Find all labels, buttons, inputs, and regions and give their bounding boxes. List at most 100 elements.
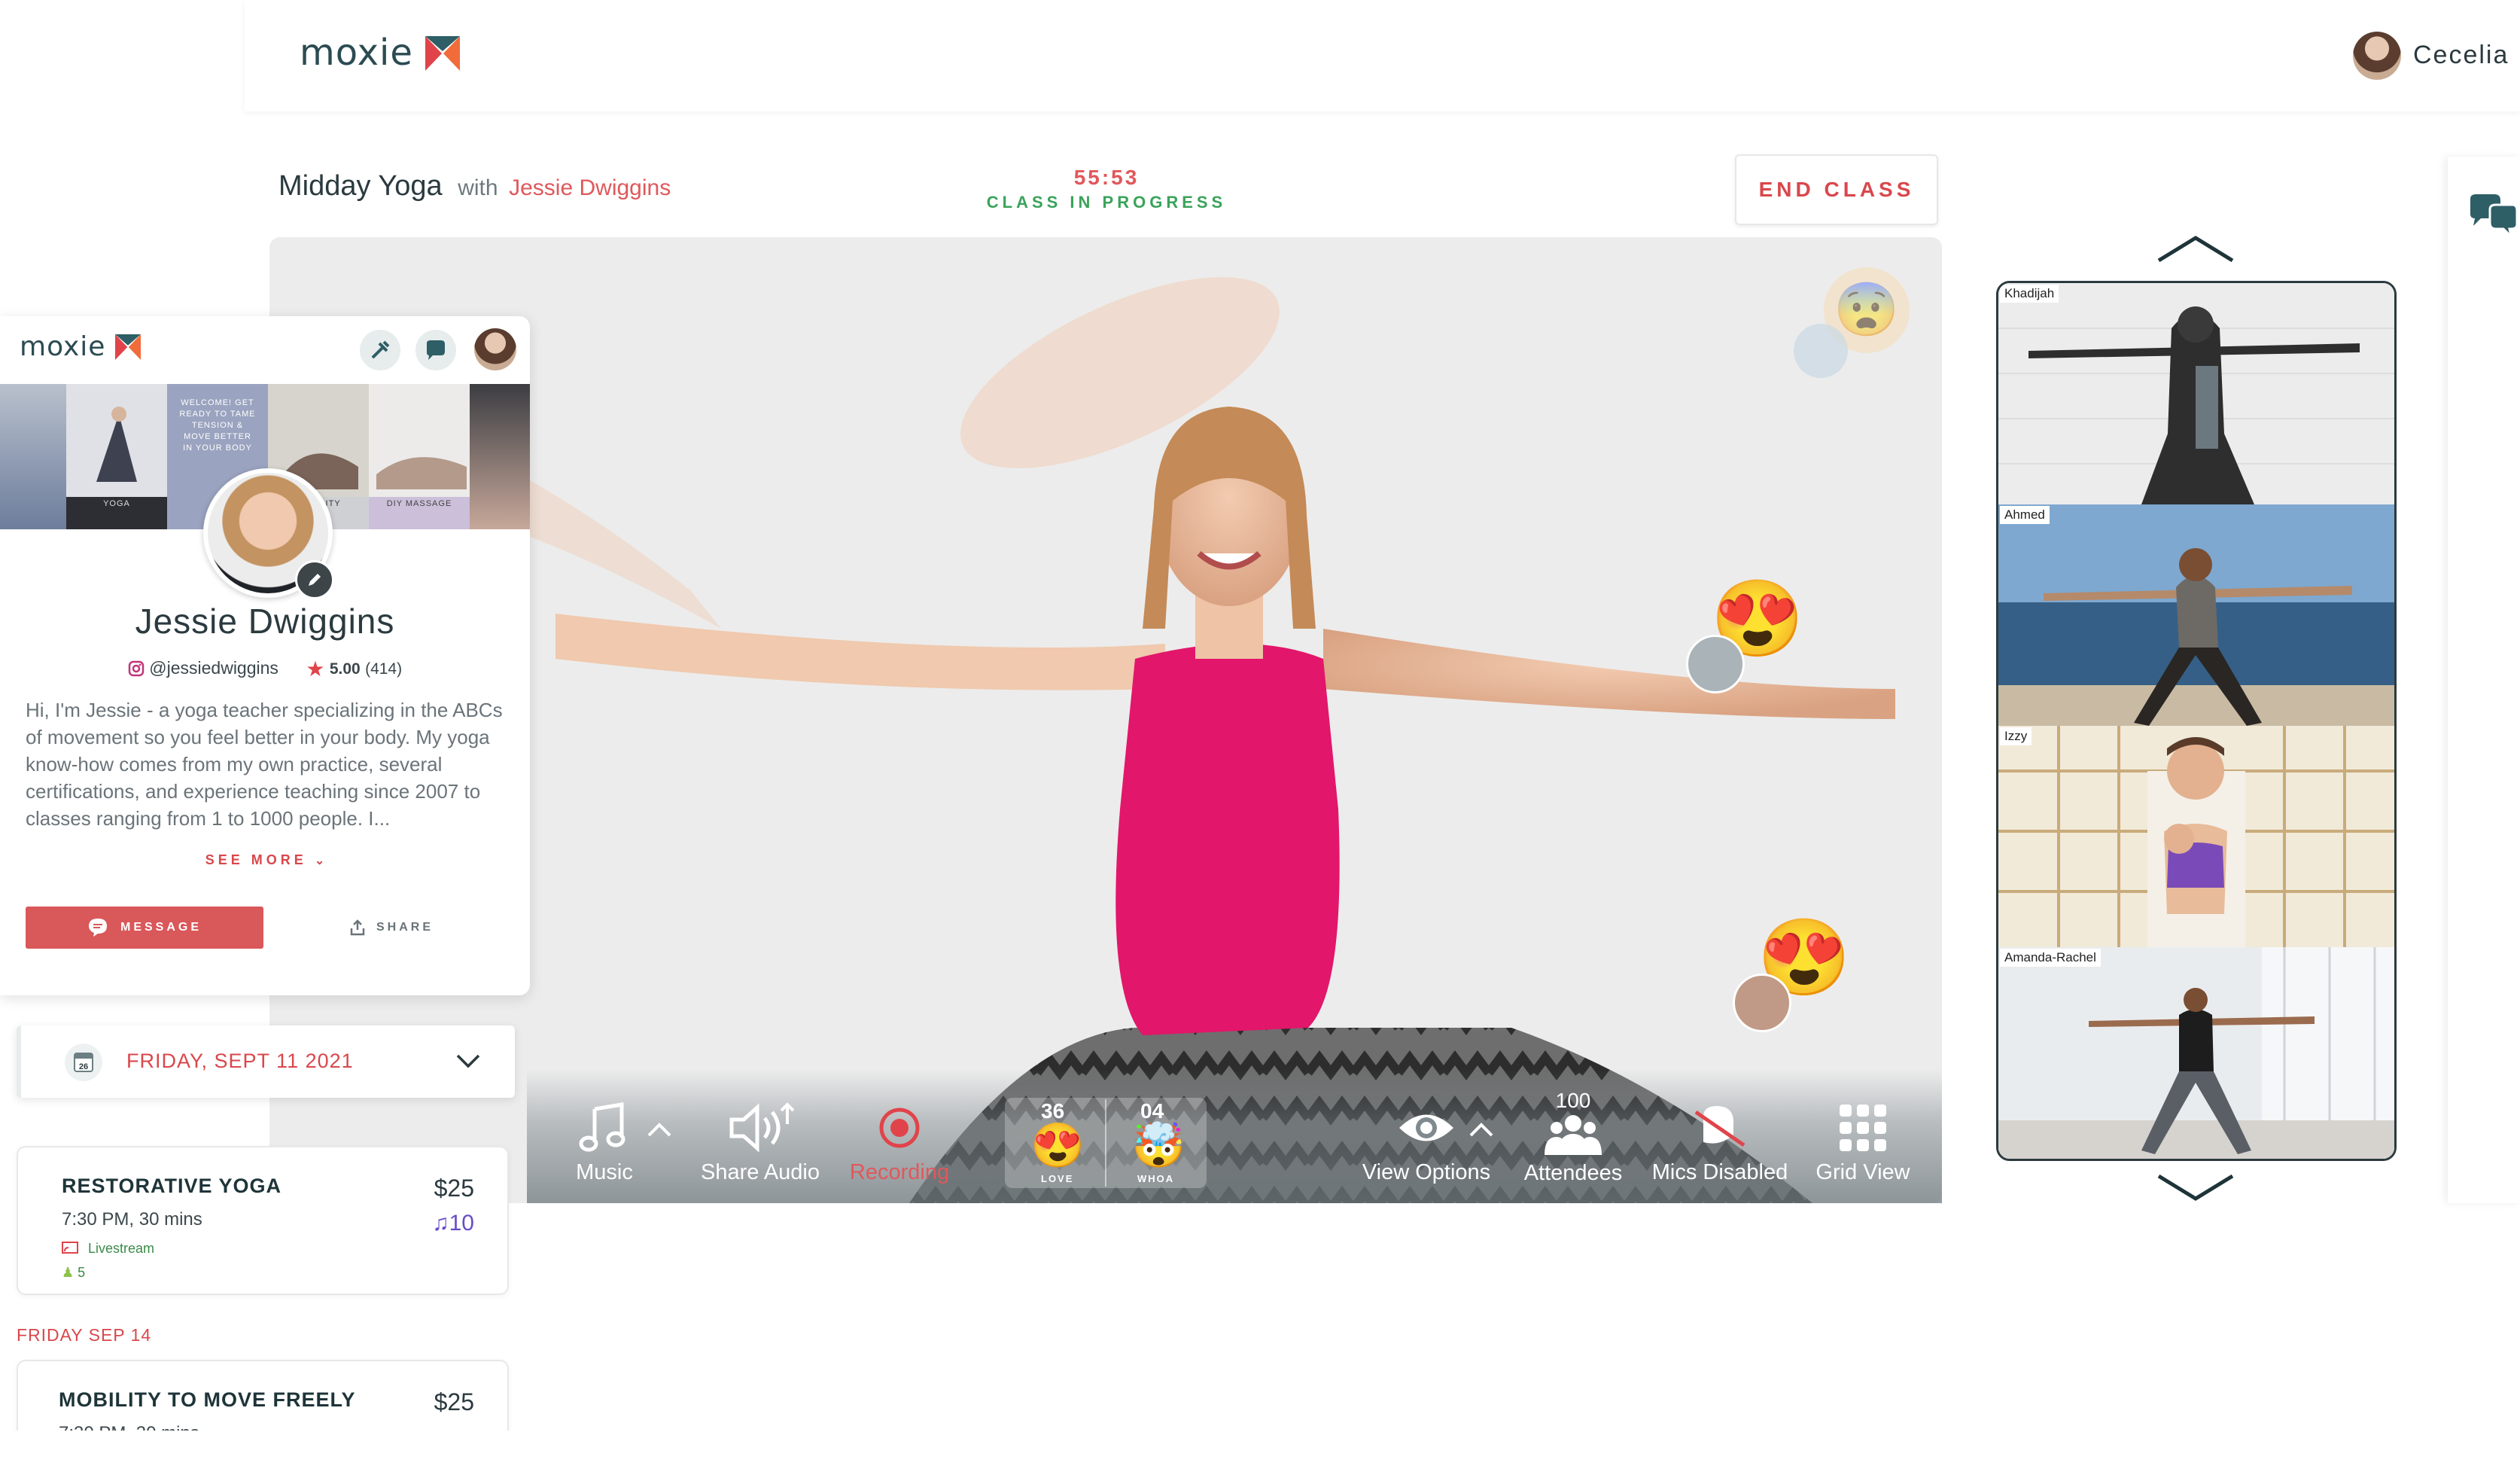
whoa-label: WHOA bbox=[1137, 1173, 1175, 1184]
recording-button[interactable]: Recording bbox=[847, 1102, 952, 1185]
instructor-bio: Hi, I'm Jessie - a yoga teacher speciali… bbox=[26, 699, 503, 830]
participant-tile[interactable]: Khadijah bbox=[1998, 283, 2394, 504]
moxie-logo[interactable]: moxie bbox=[300, 32, 461, 74]
music-icon bbox=[579, 1102, 625, 1152]
instructor-link[interactable]: Jessie Dwiggins bbox=[509, 175, 671, 200]
instructor-avatar[interactable] bbox=[203, 468, 334, 599]
card-logo-text: moxie bbox=[20, 331, 106, 362]
participant-mini-avatar bbox=[1794, 324, 1848, 378]
class-card[interactable]: MOBILITY TO MOVE FREELY $25 7:30 PM, 30 … bbox=[17, 1360, 509, 1431]
attendees-label: Attendees bbox=[1523, 1161, 1623, 1185]
banner-tile-welcome-text: WELCOME! GET READY TO TAME TENSION & MOV… bbox=[179, 398, 256, 453]
chat-sidebar bbox=[2448, 157, 2520, 1203]
participant-name: Khadijah bbox=[2000, 285, 2059, 303]
attendees-button[interactable]: Attendees bbox=[1520, 1113, 1626, 1186]
credits-value: 10 bbox=[449, 1211, 474, 1236]
review-count[interactable]: (414) bbox=[365, 660, 402, 678]
participant-video bbox=[1998, 947, 2394, 1159]
card-logo-x-icon bbox=[114, 334, 141, 360]
top-bar bbox=[245, 0, 2520, 111]
message-button[interactable]: MESSAGE bbox=[26, 907, 263, 949]
scroll-up-chevron-icon[interactable] bbox=[2154, 233, 2237, 265]
speaker-icon bbox=[729, 1102, 795, 1153]
chevron-down-icon: ⌄ bbox=[314, 855, 325, 867]
music-button[interactable]: Music bbox=[563, 1102, 646, 1185]
view-options-label: View Options bbox=[1362, 1160, 1491, 1184]
grid-icon bbox=[1840, 1105, 1886, 1151]
view-options-chevron-up-icon[interactable] bbox=[1468, 1120, 1495, 1138]
scroll-down-chevron-icon[interactable] bbox=[2154, 1172, 2237, 1203]
class-card-price: $25 bbox=[434, 1388, 474, 1415]
livestream-icon bbox=[62, 1242, 78, 1254]
see-more-link[interactable]: SEE MORE ⌄ bbox=[0, 852, 530, 868]
selected-date: FRIDAY, SEPT 11 2021 bbox=[126, 1050, 354, 1072]
tools-button[interactable] bbox=[360, 330, 400, 370]
banner-tile-image bbox=[369, 384, 470, 497]
banner-tile-image bbox=[66, 384, 167, 497]
message-icon bbox=[88, 919, 107, 937]
logo-text: moxie bbox=[300, 32, 413, 74]
participant-tile[interactable]: Ahmed bbox=[1998, 504, 2394, 726]
mic-off-icon bbox=[1694, 1106, 1745, 1147]
class-timer: 55:53 bbox=[1073, 166, 1140, 189]
chat-icon[interactable] bbox=[2467, 193, 2520, 242]
edit-avatar-button[interactable] bbox=[295, 560, 334, 599]
card-chat-button[interactable] bbox=[415, 330, 456, 370]
class-card-title: MOBILITY TO MOVE FREELY bbox=[59, 1388, 356, 1411]
class-card-type: Livestream bbox=[62, 1241, 154, 1257]
banner-tile-label: DIY MASSAGE bbox=[386, 499, 452, 508]
class-card[interactable]: RESTORATIVE YOGA $25 7:30 PM, 30 mins ♫1… bbox=[17, 1146, 509, 1295]
card-moxie-logo[interactable]: moxie bbox=[20, 331, 141, 362]
card-chat-icon bbox=[427, 340, 445, 360]
music-chevron-up-icon[interactable] bbox=[646, 1120, 673, 1138]
attendees-count: 100 bbox=[1555, 1089, 1591, 1112]
instagram-icon[interactable] bbox=[128, 660, 145, 677]
whoa-reaction-button[interactable]: 04 🤯 WHOA bbox=[1106, 1098, 1207, 1188]
class-card-attendees: ♟ 5 bbox=[62, 1265, 85, 1281]
participant-tile[interactable]: Amanda-Rachel bbox=[1998, 947, 2394, 1159]
love-reaction-button[interactable]: 36 😍 LOVE bbox=[1005, 1098, 1106, 1188]
banner-tile[interactable]: YOGA bbox=[66, 384, 167, 529]
credits-icon: ♫ bbox=[432, 1211, 449, 1236]
participant-video bbox=[1998, 283, 2394, 504]
user-name[interactable]: Cecelia bbox=[2413, 41, 2509, 70]
class-card-clip: MOBILITY TO MOVE FREELY $25 7:30 PM, 30 … bbox=[0, 1358, 530, 1431]
love-label: LOVE bbox=[1041, 1173, 1074, 1184]
participant-video bbox=[1998, 504, 2394, 726]
mics-disabled-label: Mics Disabled bbox=[1651, 1160, 1788, 1184]
class-title: Midday Yoga bbox=[278, 170, 443, 202]
share-button[interactable]: SHARE bbox=[316, 907, 467, 949]
grid-view-button[interactable]: Grid View bbox=[1806, 1102, 1919, 1185]
calendar-day: 26 bbox=[78, 1062, 89, 1071]
pencil-icon bbox=[309, 574, 321, 586]
music-label: Music bbox=[576, 1160, 633, 1184]
class-status: CLASS IN PROGRESS bbox=[986, 193, 1227, 212]
banner-tile bbox=[0, 384, 66, 529]
mics-disabled-button[interactable]: Mics Disabled bbox=[1648, 1102, 1791, 1185]
user-avatar[interactable] bbox=[2353, 32, 2401, 80]
calendar-icon: 26 bbox=[65, 1044, 102, 1081]
with-label: with bbox=[458, 175, 498, 200]
person-icon: ♟ bbox=[62, 1265, 75, 1280]
grid-view-label: Grid View bbox=[1815, 1160, 1910, 1184]
share-audio-label: Share Audio bbox=[700, 1160, 820, 1184]
view-options-button[interactable]: View Options bbox=[1355, 1102, 1498, 1185]
date-dropdown[interactable]: 26 FRIDAY, SEPT 11 2021 bbox=[17, 1025, 515, 1098]
banner-tile[interactable]: DIY MASSAGE bbox=[369, 384, 470, 529]
heart-eyes-emoji-icon: 😍 bbox=[1030, 1121, 1085, 1170]
instructor-meta: @jessiedwiggins ★ 5.00 (414) bbox=[0, 657, 530, 681]
participant-mini-avatar bbox=[1686, 635, 1745, 693]
participant-tile[interactable]: Izzy bbox=[1998, 726, 2394, 947]
card-user-avatar[interactable] bbox=[474, 328, 516, 370]
see-more-label: SEE MORE bbox=[205, 852, 307, 867]
participant-name: Amanda-Rachel bbox=[2000, 949, 2101, 967]
rating-value: 5.00 bbox=[329, 660, 361, 678]
mind-blown-emoji-icon: 🤯 bbox=[1131, 1121, 1186, 1170]
instructor-profile-card: moxie YOGA WELCOME! GET READY TO TAME TE… bbox=[0, 316, 530, 995]
instagram-handle[interactable]: @jessiedwiggins bbox=[149, 658, 278, 678]
class-card-credits: ♫10 bbox=[432, 1211, 474, 1236]
class-card-time: 7:30 PM, 30 mins bbox=[62, 1209, 202, 1230]
class-card-price: $25 bbox=[434, 1175, 474, 1202]
share-audio-button[interactable]: Share Audio bbox=[696, 1102, 824, 1185]
end-class-button[interactable]: END CLASS bbox=[1735, 154, 1938, 225]
